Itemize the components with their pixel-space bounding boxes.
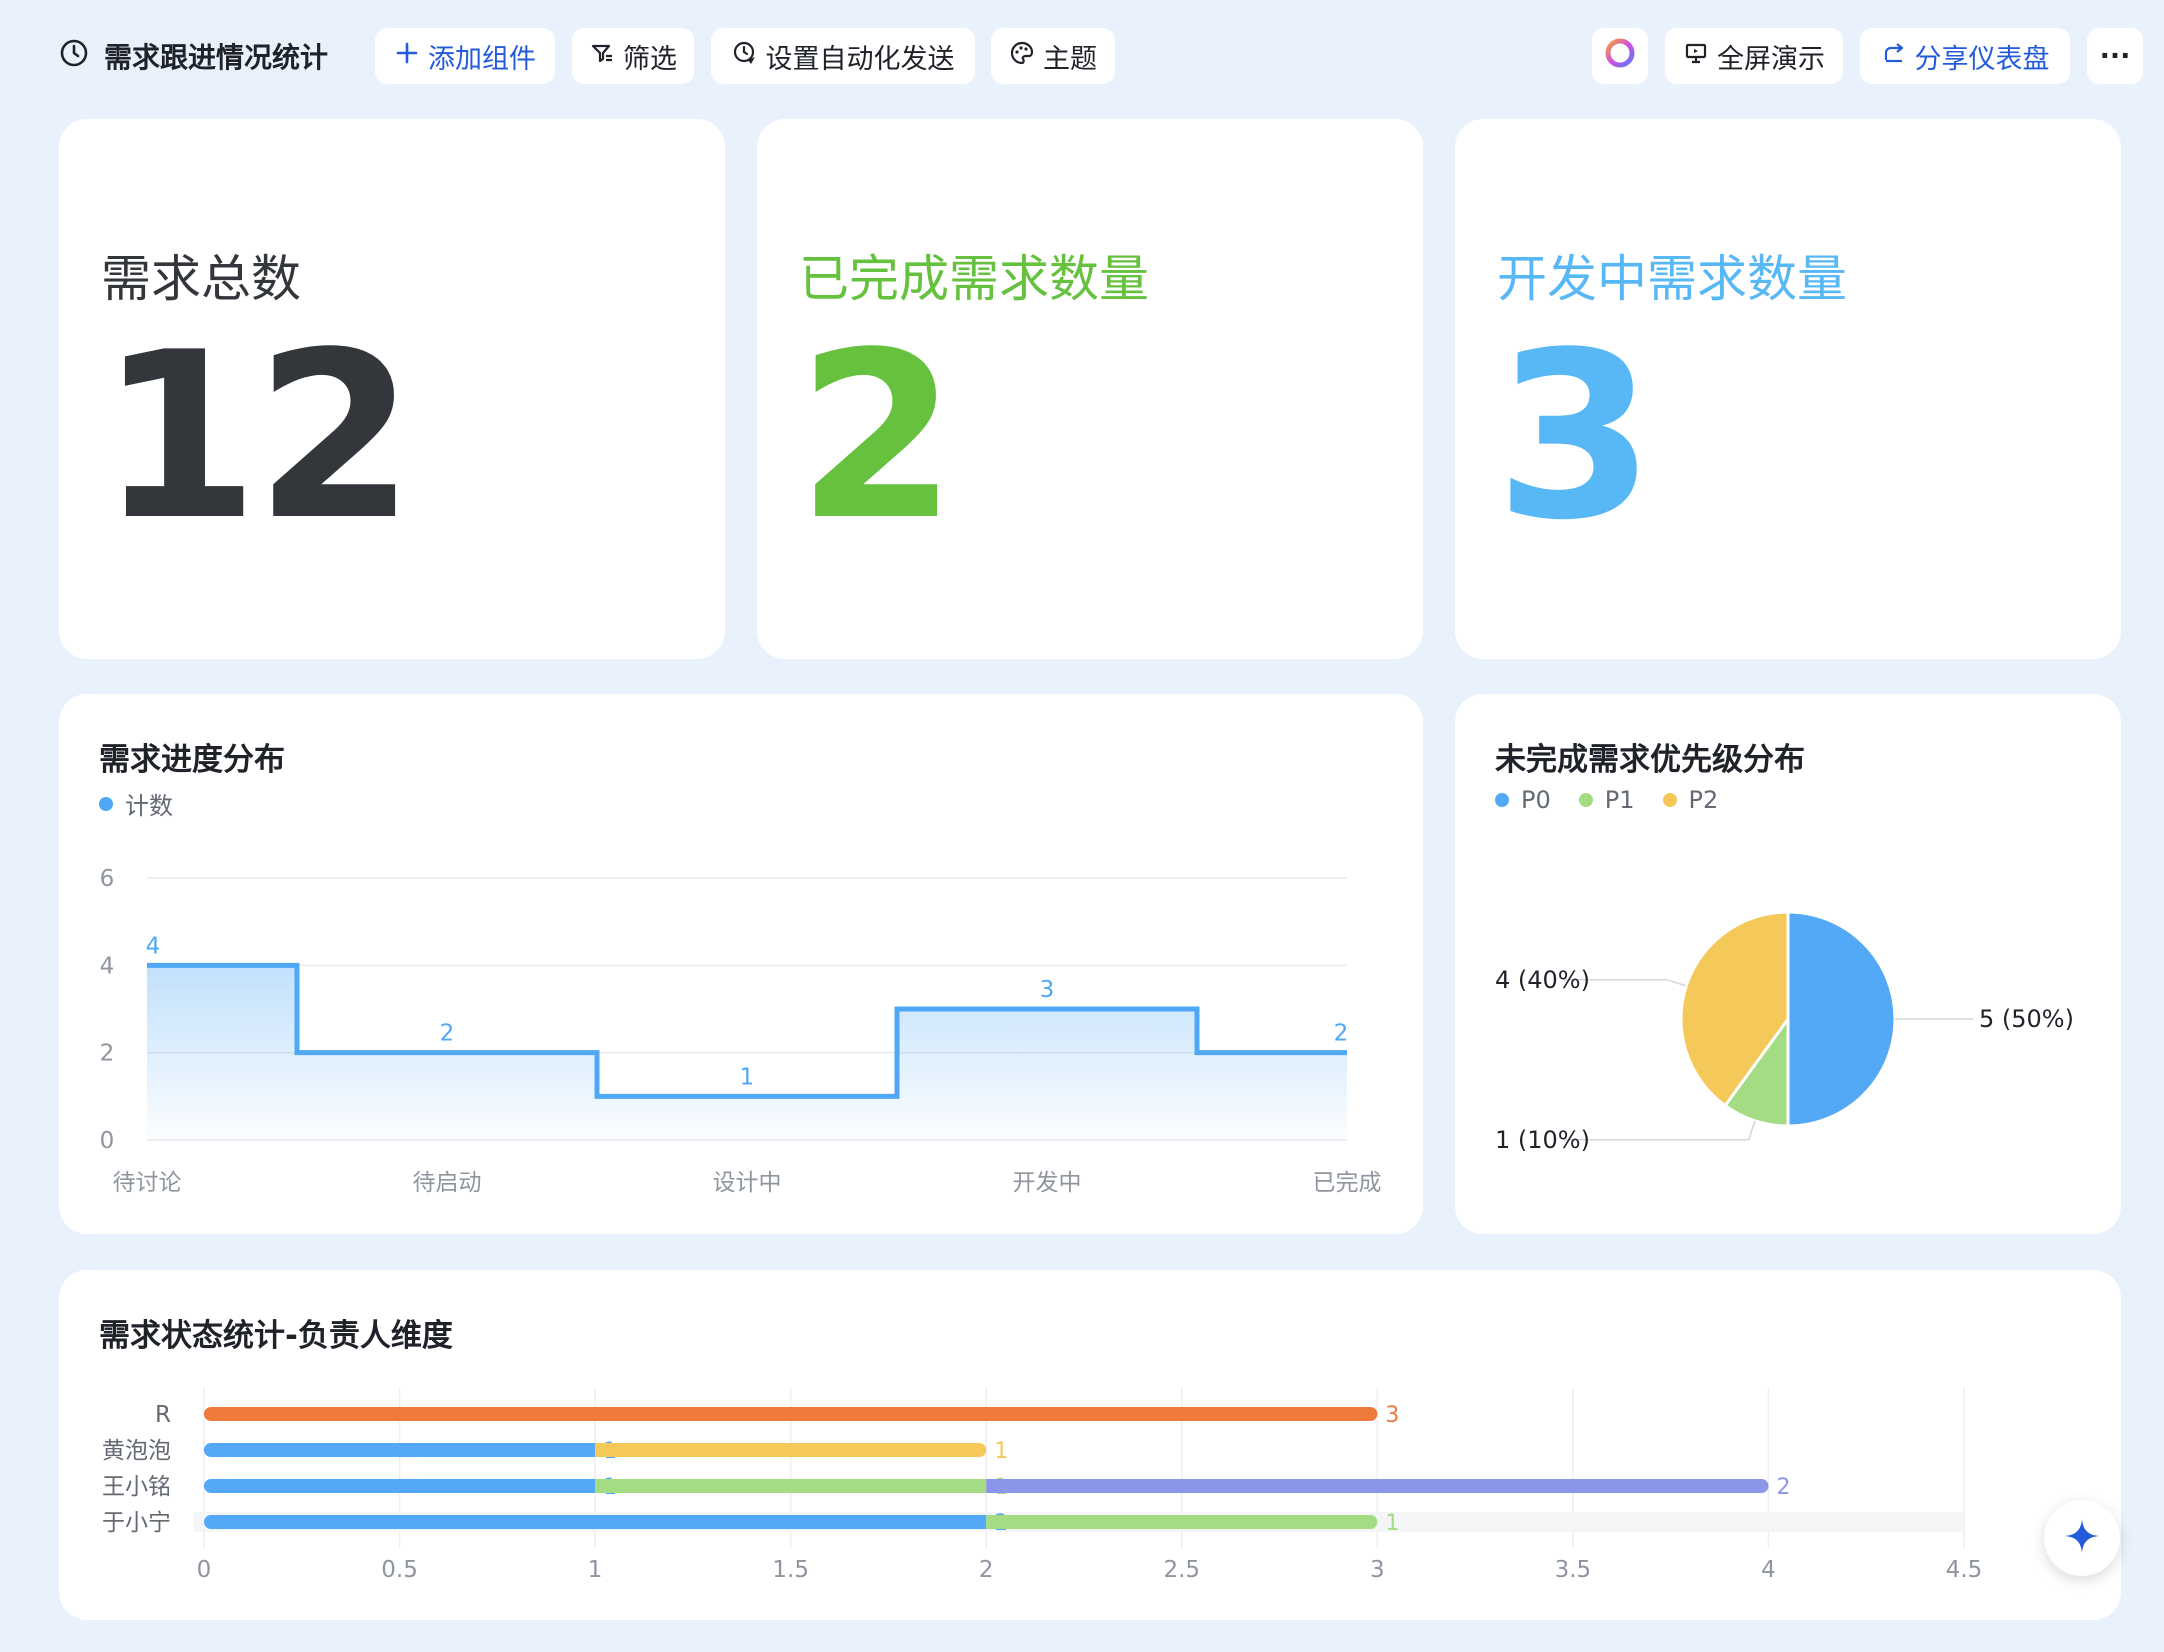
progress-chart-card[interactable]: 需求进度分布 计数 0 2 4 6 4 待讨论 2 待启动 1 设计中 3 开发中 2 已完成 <box>59 694 1423 1234</box>
x-tick-label: 2.5 <box>1163 1557 1200 1583</box>
x-tick-label: 0.5 <box>381 1557 418 1583</box>
pie-label: 5 (50%) <box>1979 1005 2074 1033</box>
priority-chart-card[interactable]: 未完成需求优先级分布 P0 P1 P2 5 (50%) 1 (10%) 4 (40%… <box>1455 694 2121 1234</box>
filter-icon <box>589 40 615 73</box>
kpi-label: 开发中需求数量 <box>1497 250 1847 308</box>
x-tick-label: 1.5 <box>772 1557 809 1583</box>
pie-leader-line <box>1563 1120 1756 1141</box>
theme-button[interactable]: 主题 <box>991 28 1115 84</box>
x-tick-label: 1 <box>588 1557 603 1583</box>
kpi-card-total[interactable]: 需求总数 12 <box>59 119 725 659</box>
x-tick-label: 0 <box>197 1557 212 1583</box>
ai-sparkle-button[interactable] <box>2044 1500 2120 1576</box>
auto-send-button[interactable]: 设置自动化发送 <box>711 28 975 84</box>
bar-value-label: 1 <box>994 1439 1008 1464</box>
schedule-send-icon <box>732 40 758 73</box>
kpi-card-completed[interactable]: 已完成需求数量 2 <box>757 119 1423 659</box>
data-label: 4 <box>146 933 161 959</box>
bar-value-label: 2 <box>1776 1475 1790 1500</box>
owner-chart-card[interactable]: 需求状态统计-负责人维度 00.511.522.533.544.5R3黄泡泡11… <box>59 1270 2121 1620</box>
history-clock-icon[interactable] <box>58 37 90 76</box>
step-chart-svg: 0 2 4 6 4 待讨论 2 待启动 1 设计中 3 开发中 2 已完成 <box>100 866 1382 1196</box>
bar-segment <box>204 1407 1378 1421</box>
data-label: 2 <box>1334 1021 1349 1047</box>
add-widget-label: 添加组件 <box>428 43 536 75</box>
data-label: 2 <box>440 1021 455 1047</box>
y-category-label: 王小铭 <box>102 1474 171 1500</box>
top-toolbar: 需求跟进情况统计 添加组件 筛选 设置自动化发送 主题 全屏演示 分享仪表盘 ·… <box>0 0 2164 112</box>
add-widget-button[interactable]: 添加组件 <box>375 28 555 84</box>
x-tick-label: 3 <box>1370 1557 1385 1583</box>
dashboard-title: 需求跟进情况统计 <box>104 41 329 74</box>
share-dashboard-button[interactable]: 分享仪表盘 <box>1860 28 2070 84</box>
plus-icon <box>394 40 420 73</box>
pie-label: 1 (10%) <box>1495 1126 1590 1154</box>
x-tick-label: 开发中 <box>1013 1170 1082 1196</box>
fullscreen-label: 全屏演示 <box>1717 43 1825 75</box>
y-tick-label: 4 <box>100 953 115 979</box>
x-tick-label: 4 <box>1761 1557 1776 1583</box>
dashboard-title-area: 需求跟进情况统计 <box>58 32 328 80</box>
kpi-card-in-development[interactable]: 开发中需求数量 3 <box>1455 119 2121 659</box>
kpi-label: 需求总数 <box>101 250 301 308</box>
data-label: 3 <box>1040 977 1055 1003</box>
y-category-label: 黄泡泡 <box>102 1438 171 1464</box>
y-tick-label: 2 <box>100 1041 115 1067</box>
palette-icon <box>1009 40 1035 73</box>
y-tick-label: 0 <box>100 1128 115 1154</box>
kpi-value: 3 <box>1495 304 1655 571</box>
bar-value-label: 1 <box>1385 1511 1399 1536</box>
x-tick-label: 已完成 <box>1313 1170 1382 1196</box>
data-label: 1 <box>740 1064 755 1090</box>
bar-value-label: 3 <box>1385 1403 1399 1428</box>
bar-segment <box>204 1443 596 1457</box>
bar-segment <box>986 1515 1378 1529</box>
fullscreen-button[interactable]: 全屏演示 <box>1665 28 1843 84</box>
x-tick-label: 待讨论 <box>113 1170 182 1196</box>
more-icon: ··· <box>2099 40 2131 72</box>
x-tick-label: 3.5 <box>1555 1557 1592 1583</box>
filter-button[interactable]: 筛选 <box>572 28 694 84</box>
ai-ring-icon <box>1603 36 1637 77</box>
pie-slice <box>1786 910 1897 1128</box>
y-category-label: 于小宁 <box>102 1510 171 1536</box>
y-tick-label: 6 <box>100 866 115 892</box>
theme-label: 主题 <box>1043 43 1097 75</box>
kpi-value: 2 <box>797 304 957 571</box>
kpi-label: 已完成需求数量 <box>799 250 1149 308</box>
bar-segment <box>986 1479 1769 1493</box>
share-label: 分享仪表盘 <box>1914 43 2050 75</box>
bar-segment <box>595 1479 987 1493</box>
x-tick-label: 待启动 <box>413 1170 482 1196</box>
ai-assistant-button[interactable] <box>1592 28 1648 84</box>
x-tick-label: 2 <box>979 1557 994 1583</box>
kpi-value: 12 <box>99 304 415 571</box>
bar-chart-svg: 00.511.522.533.544.5R3黄泡泡11王小铭112于小宁21 <box>102 1388 1983 1583</box>
presentation-icon <box>1683 40 1709 73</box>
pie-chart-svg: 5 (50%) 1 (10%) 4 (40%) <box>1495 910 2074 1154</box>
sparkle-icon <box>2062 1516 2102 1560</box>
more-options-button[interactable]: ··· <box>2087 28 2143 84</box>
x-tick-label: 设计中 <box>713 1170 782 1196</box>
bar-segment <box>204 1515 987 1529</box>
share-icon <box>1881 40 1907 73</box>
x-tick-label: 4.5 <box>1946 1557 1983 1583</box>
bar-segment <box>595 1443 987 1457</box>
pie-label: 4 (40%) <box>1495 966 1590 994</box>
auto-send-label: 设置自动化发送 <box>765 43 955 75</box>
y-category-label: R <box>155 1402 171 1428</box>
bar-segment <box>204 1479 596 1493</box>
filter-label: 筛选 <box>623 43 677 75</box>
